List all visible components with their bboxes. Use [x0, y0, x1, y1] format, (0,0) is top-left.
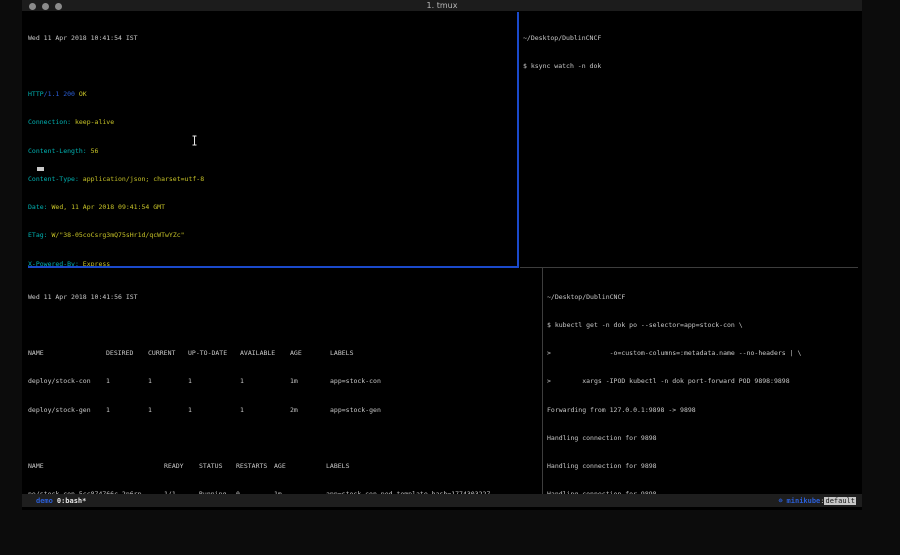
pane-ksync[interactable]: ~/Desktop/DublinCNCF $ ksync watch -n do… [520, 12, 862, 266]
tmux-status-bar: demo 0:bash* ☸ minikube : default [22, 494, 862, 507]
kubectl-command-line: > xargs -IPOD kubectl -n dok port-forwar… [547, 377, 862, 386]
forwarding-status: Forwarding from 127.0.0.1:9898 -> 9898 [547, 406, 862, 415]
pane-divider-vertical[interactable] [542, 268, 543, 494]
cwd: ~/Desktop/DublinCNCF [523, 34, 862, 43]
pane-port-forward[interactable]: ~/Desktop/DublinCNCF $ kubectl get -n do… [544, 268, 862, 494]
window-tab-bash[interactable]: 0:bash* [57, 497, 87, 505]
terminal-cursor [37, 167, 44, 171]
session-name: demo [36, 497, 53, 505]
deployments-header-row: NAMEDESIREDCURRENTUP-TO-DATEAVAILABLEAGE… [28, 349, 541, 358]
ksync-command: $ ksync watch -n dok [523, 62, 862, 71]
kubectl-command-line: > -o=custom-columns=:metadata.name --no-… [547, 349, 862, 358]
traffic-lights [29, 3, 62, 10]
maximize-window-icon[interactable] [55, 3, 62, 10]
http-header: Content-Type: application/json; charset=… [28, 175, 517, 184]
http-header: Content-Length: 56 [28, 147, 517, 156]
window-titlebar[interactable]: 1. tmux [22, 0, 862, 12]
terminal-window: 1. tmux Wed 11 Apr 2018 10:41:54 IST HTT… [22, 0, 862, 510]
cwd: ~/Desktop/DublinCNCF [547, 293, 862, 302]
close-window-icon[interactable] [29, 3, 36, 10]
kube-context: minikube [787, 497, 821, 505]
http-header: ETag: W/"38-05coCsrg3mQ75sHr1d/qcWTwYZc" [28, 231, 517, 240]
kubectl-command-line: $ kubectl get -n dok po --selector=app=s… [547, 321, 862, 330]
http-status-text: OK [79, 90, 87, 98]
http-header: Connection: keep-alive [28, 118, 517, 127]
connection-log-line: Handling connection for 9898 [547, 434, 862, 443]
http-protocol: HTTP [28, 90, 44, 98]
http-status-line: HTTP/1.1 200 OK [28, 90, 517, 99]
text-cursor-pointer [168, 126, 198, 159]
http-version-status: /1.1 200 [44, 90, 79, 98]
pods-header-row: NAMEREADYSTATUSRESTARTSAGELABELS [28, 462, 541, 471]
http-header: Date: Wed, 11 Apr 2018 09:41:54 GMT [28, 203, 517, 212]
deployment-row: deploy/stock-con11111mapp=stock-con [28, 377, 541, 386]
minimize-window-icon[interactable] [42, 3, 49, 10]
kube-namespace-badge: default [824, 497, 856, 505]
pane-kubectl-watch[interactable]: Wed 11 Apr 2018 10:41:56 IST NAMEDESIRED… [22, 268, 541, 494]
timestamp: Wed 11 Apr 2018 10:41:54 IST [28, 34, 517, 43]
timestamp: Wed 11 Apr 2018 10:41:56 IST [28, 293, 541, 302]
connection-log-line: Handling connection for 9898 [547, 462, 862, 471]
kubernetes-icon: ☸ [778, 497, 782, 505]
pane-http-response[interactable]: Wed 11 Apr 2018 10:41:54 IST HTTP/1.1 20… [22, 12, 517, 266]
deployment-row: deploy/stock-gen11112mapp=stock-gen [28, 406, 541, 415]
pane-divider-vertical-active[interactable] [517, 12, 519, 267]
window-title: 1. tmux [22, 0, 862, 12]
